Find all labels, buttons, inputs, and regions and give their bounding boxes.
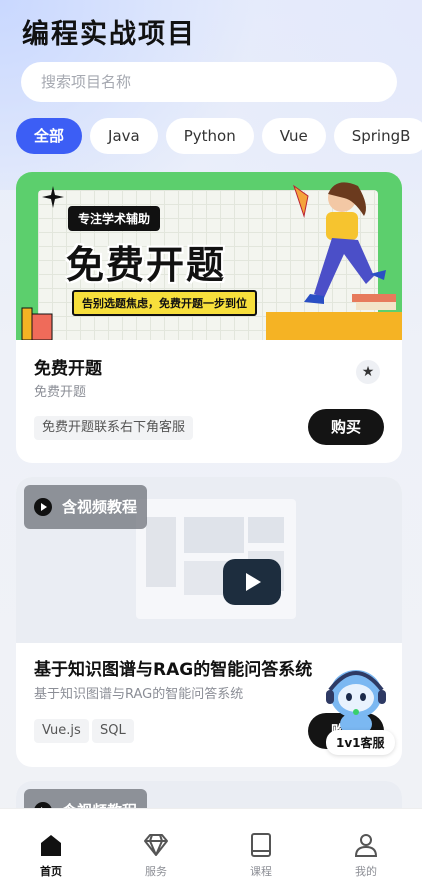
diamond-icon: [144, 834, 168, 856]
video-thumbnail[interactable]: 含视频教程: [16, 477, 402, 643]
student-illustration: [293, 182, 396, 310]
video-badge: 含视频教程: [24, 485, 148, 529]
search-bar[interactable]: [21, 62, 397, 102]
project-card[interactable]: 专注学术辅助 免费开题 告别选题焦虑，免费开题一步到位 免费开题 免费开题 ★ …: [16, 172, 402, 463]
category-tab-java[interactable]: Java: [90, 118, 158, 154]
search-input[interactable]: [39, 72, 363, 92]
tab-course[interactable]: 课程: [221, 809, 301, 879]
buy-button[interactable]: 购买: [308, 409, 384, 445]
tab-mine[interactable]: 我的: [326, 809, 406, 879]
home-icon: [41, 835, 61, 856]
card-title: 免费开题: [34, 359, 102, 379]
category-tab-springboot[interactable]: SpringB: [333, 118, 422, 154]
category-tab-vue[interactable]: Vue: [261, 118, 326, 154]
banner-tag: 专注学术辅助: [68, 206, 161, 231]
tab-label: 我的: [355, 865, 377, 878]
tab-home[interactable]: 首页: [11, 809, 91, 879]
category-tab-all[interactable]: 全部: [16, 118, 83, 154]
user-icon: [354, 834, 378, 857]
video-badge-label: 含视频教程: [62, 498, 138, 516]
tag: Vue.js: [34, 719, 89, 743]
customer-service-label[interactable]: 1v1客服: [326, 730, 395, 755]
star-icon[interactable]: ★: [356, 360, 380, 384]
books-illustration: [21, 307, 53, 340]
play-circle-icon: [34, 498, 52, 516]
card-banner: 专注学术辅助 免费开题 告别选题焦虑，免费开题一步到位: [16, 172, 402, 340]
tab-label: 服务: [145, 865, 167, 878]
card-tags: Vue.js SQL: [34, 719, 234, 743]
bottom-tab-bar: 首页 服务 课程 我的: [0, 808, 422, 888]
sparkle-icon: [42, 186, 64, 208]
play-button-icon[interactable]: [223, 559, 281, 605]
tag: 免费开题联系右下角客服: [34, 416, 194, 440]
category-tab-python[interactable]: Python: [165, 118, 254, 154]
tab-service[interactable]: 服务: [116, 809, 196, 879]
banner-headline: 免费开题: [66, 243, 227, 287]
tab-label: 首页: [40, 865, 62, 878]
banner-subline: 告别选题焦虑，免费开题一步到位: [72, 290, 257, 316]
page-title: 编程实战项目: [22, 19, 196, 50]
card-title: 基于知识图谱与RAG的智能问答系统: [34, 660, 313, 680]
tag: SQL: [92, 719, 134, 743]
tab-label: 课程: [250, 865, 272, 878]
card-subtitle: 免费开题: [34, 385, 87, 400]
category-tabs: 全部 Java Python Vue SpringB: [16, 118, 422, 156]
book-icon: [251, 833, 271, 857]
card-subtitle: 基于知识图谱与RAG的智能问答系统: [34, 687, 244, 702]
